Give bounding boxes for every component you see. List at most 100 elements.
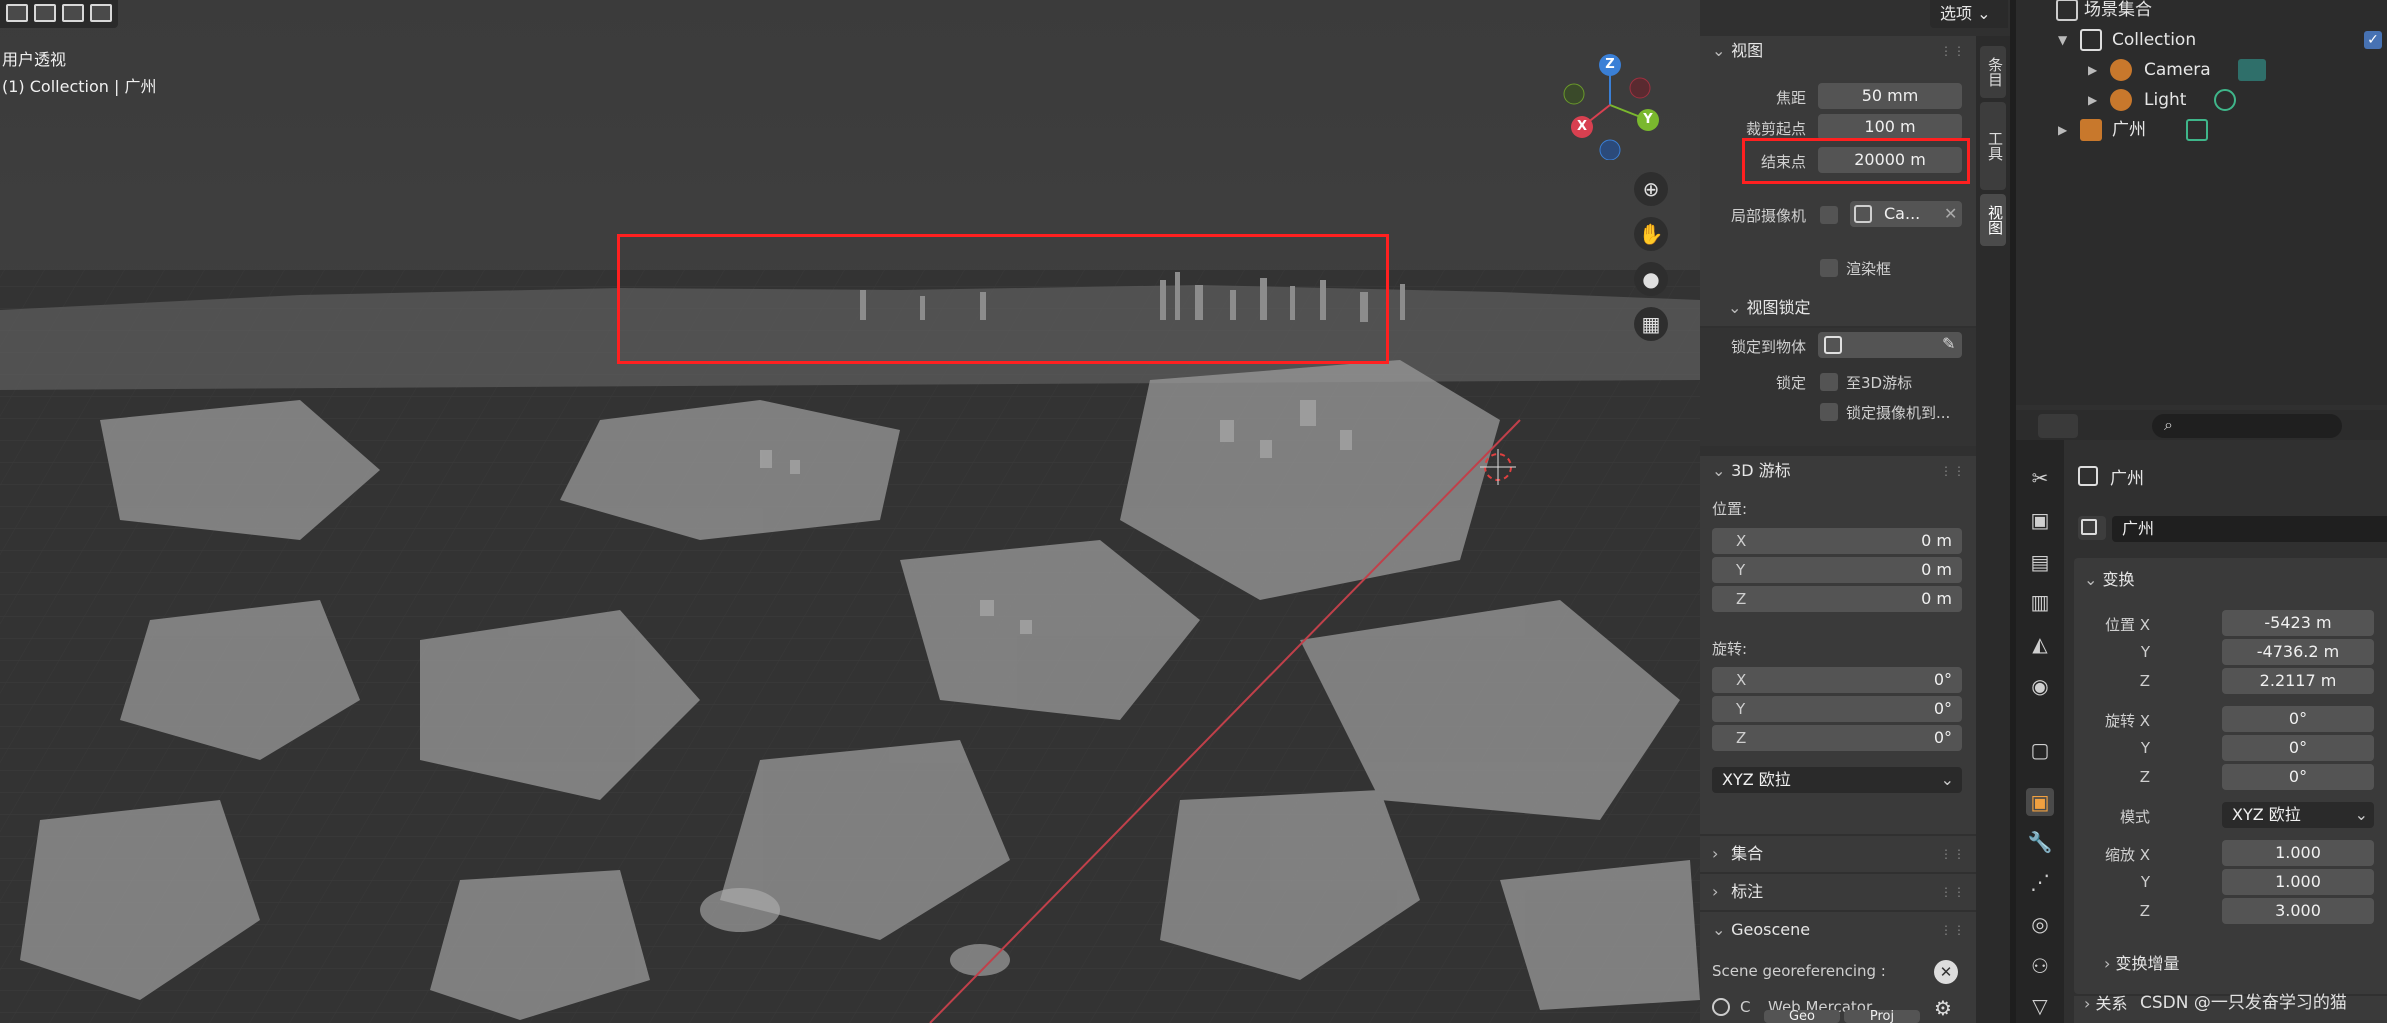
highlight-box-horizon [617, 234, 1389, 364]
eyedropper-icon[interactable]: ✎ [1942, 334, 1955, 353]
pan-hand-icon[interactable]: ✋ [1634, 217, 1668, 251]
light-object-icon [2110, 89, 2132, 111]
lock-camera-checkbox[interactable] [1820, 403, 1838, 421]
scale-x-field[interactable]: 1.000 [2222, 840, 2374, 866]
local-camera-checkbox[interactable] [1820, 206, 1838, 224]
rotation-z-label: Z [2139, 768, 2150, 786]
drag-handle-icon[interactable]: ⋮⋮ [1940, 36, 1966, 66]
rotation-mode-select[interactable]: XYZ 欧拉 ⌄ [2222, 802, 2374, 828]
delta-transform-header[interactable]: › 变换增量 [2104, 950, 2180, 974]
gear-icon[interactable]: ⚙ [1934, 996, 1952, 1020]
lock-3d-cursor-checkbox[interactable] [1820, 373, 1838, 391]
select-box-icon[interactable] [6, 4, 28, 22]
drag-handle-icon[interactable]: ⋮⋮ [1940, 874, 1966, 910]
scale-y-field[interactable]: 1.000 [2222, 869, 2374, 895]
collection-section[interactable]: › 集合 ⋮⋮ [1700, 836, 1976, 872]
scene-collection-label: 场景集合 [2084, 0, 2152, 20]
axis-x-label: X [1736, 532, 1747, 550]
world-tab-icon[interactable]: ◉ [2026, 672, 2054, 700]
outliner-row-scene-collection[interactable]: 场景集合 [2016, 0, 2387, 25]
cursor-rot-x-field[interactable]: 0° [1712, 667, 1962, 693]
tool-tab-icon[interactable]: ✂ [2026, 464, 2054, 492]
cursor-rot-z-field[interactable]: 0° [1712, 725, 1962, 751]
relations-header[interactable]: › 关系 [2084, 990, 2128, 1014]
light-data-icon[interactable] [2214, 89, 2236, 111]
mesh-data-icon[interactable] [2186, 119, 2208, 141]
mesh-object-icon [2080, 119, 2102, 141]
collection-tab-icon[interactable]: ▢ [2026, 736, 2054, 764]
clear-x-icon[interactable]: ✕ [1944, 204, 1957, 223]
proj-button[interactable]: Proj [1844, 1010, 1920, 1023]
location-z-field[interactable]: 2.2117 m [2222, 668, 2374, 694]
3d-cursor-header[interactable]: ⌄ 3D 游标 ⋮⋮ [1700, 456, 1976, 486]
rotation-x-field[interactable]: 0° [2222, 706, 2374, 732]
cursor-loc-x-field[interactable]: 0 m [1712, 528, 1962, 554]
perspective-grid-icon[interactable]: ▦ [1634, 307, 1668, 341]
focal-length-field[interactable]: 50 mm [1818, 83, 1962, 109]
zoom-icon[interactable]: ⊕ [1634, 172, 1668, 206]
gizmo-y-axis[interactable]: Y [1637, 109, 1659, 131]
object-type-dropdown[interactable] [2078, 516, 2106, 540]
delta-transform-title: 变换增量 [2115, 954, 2180, 973]
data-tab-icon[interactable]: ▽ [2026, 992, 2054, 1020]
outliner-row-guangzhou[interactable]: ▶ 广州 [2016, 115, 2387, 145]
search-icon: ⌕ [2164, 415, 2173, 434]
cursor-loc-y-field[interactable]: 0 m [1712, 557, 1962, 583]
physics-tab-icon[interactable]: ◎ [2026, 910, 2054, 938]
location-y-field[interactable]: -4736.2 m [2222, 639, 2374, 665]
properties-search-input[interactable]: ⌕ [2152, 414, 2342, 438]
view-section-header[interactable]: ⌄ 视图 ⋮⋮ [1700, 36, 1976, 66]
render-tab-icon[interactable]: ▣ [2026, 506, 2054, 534]
transform-title: 变换 [2102, 570, 2135, 589]
geo-button[interactable]: Geo [1764, 1010, 1840, 1023]
drag-handle-icon[interactable]: ⋮⋮ [1940, 912, 1966, 948]
rotation-y-field[interactable]: 0° [2222, 735, 2374, 761]
geoscene-header[interactable]: ⌄ Geoscene ⋮⋮ [1700, 912, 1976, 948]
object-name-field[interactable]: 广州 [2112, 516, 2387, 542]
collection-visibility-checkbox[interactable]: ✓ [2364, 31, 2382, 49]
options-dropdown[interactable]: 选项 ⌄ [1930, 0, 2008, 28]
object-name-title: 广州 [2110, 469, 2144, 489]
outliner-row-collection[interactable]: ▼ Collection ✓ [2016, 25, 2387, 55]
constraints-tab-icon[interactable]: ⚇ [2026, 952, 2054, 980]
gizmo-x-axis[interactable]: X [1571, 116, 1593, 138]
output-tab-icon[interactable]: ▤ [2026, 548, 2054, 576]
cursor-rot-y-field[interactable]: 0° [1712, 696, 1962, 722]
select-extend-icon[interactable] [34, 4, 56, 22]
rotation-z-field[interactable]: 0° [2222, 764, 2374, 790]
drag-handle-icon[interactable]: ⋮⋮ [1940, 836, 1966, 872]
tab-tool[interactable]: 工具 [1980, 102, 2006, 190]
camera-data-icon[interactable] [2238, 59, 2266, 81]
view-lock-header[interactable]: ⌄ 视图锁定 [1728, 294, 1811, 318]
render-region-checkbox[interactable] [1820, 259, 1838, 277]
scale-z-field[interactable]: 3.000 [2222, 898, 2374, 924]
cursor-loc-z-field[interactable]: 0 m [1712, 586, 1962, 612]
crs-prefix: C [1740, 998, 1751, 1016]
outliner-row-camera[interactable]: ▶ Camera [2016, 55, 2387, 85]
editor-type-dropdown[interactable] [2038, 414, 2078, 438]
select-invert-icon[interactable] [90, 4, 112, 22]
view-layer-tab-icon[interactable]: ▥ [2026, 588, 2054, 616]
transform-header[interactable]: ⌄ 变换 [2084, 566, 2135, 590]
location-x-label: 位置 X [2104, 616, 2150, 634]
scene-tab-icon[interactable]: ◭ [2026, 630, 2054, 658]
properties-tabs: ✂ ▣ ▤ ▥ ◭ ◉ ▢ ▣ 🔧 ⋰ ◎ ⚇ ▽ [2016, 440, 2064, 1023]
location-x-field[interactable]: -5423 m [2222, 610, 2374, 636]
drag-handle-icon[interactable]: ⋮⋮ [1940, 456, 1966, 486]
modifier-wrench-icon[interactable]: 🔧 [2026, 828, 2054, 856]
outliner-row-light[interactable]: ▶ Light [2016, 85, 2387, 115]
particles-tab-icon[interactable]: ⋰ [2026, 868, 2054, 896]
rotation-mode-select[interactable]: XYZ 欧拉 ⌄ [1712, 767, 1962, 793]
camera-view-icon[interactable]: ● [1634, 262, 1668, 296]
view-section: ⌄ 视图 ⋮⋮ 焦距 50 mm 裁剪起点 100 m 结束点 20000 m 局… [1700, 36, 1976, 326]
close-circle-icon[interactable]: ✕ [1934, 960, 1958, 984]
select-subtract-icon[interactable] [62, 4, 84, 22]
tab-item[interactable]: 条目 [1980, 46, 2006, 98]
tab-view[interactable]: 视图 [1980, 194, 2006, 246]
object-tab-icon[interactable]: ▣ [2026, 788, 2054, 816]
3d-viewport[interactable]: 用户透视 (1) Collection | 广州 Z Y X ⊕ ✋ ● ▦ [0, 0, 1700, 1023]
gizmo-z-axis[interactable]: Z [1599, 54, 1621, 76]
scale-y-label: Y [2140, 873, 2150, 891]
annotation-section[interactable]: › 标注 ⋮⋮ [1700, 874, 1976, 910]
clip-start-field[interactable]: 100 m [1818, 114, 1962, 140]
